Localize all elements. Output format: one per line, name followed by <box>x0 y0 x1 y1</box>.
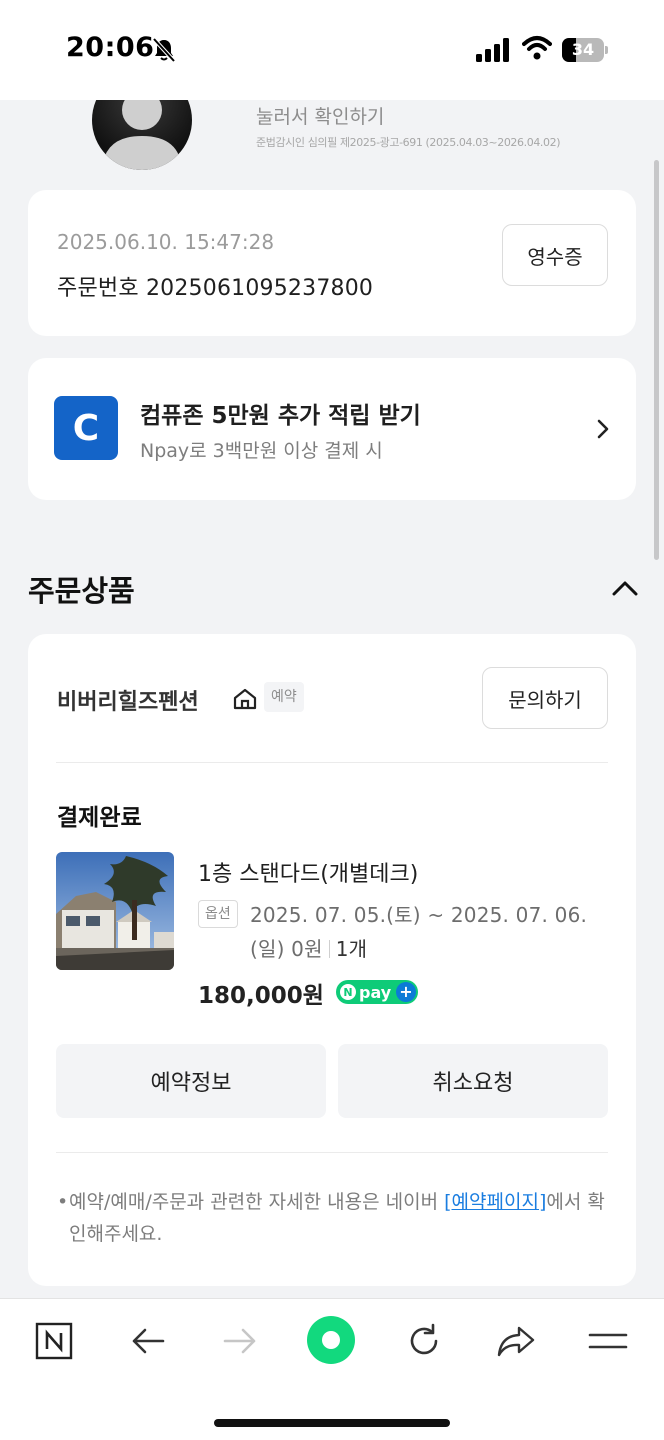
order-number: 주문번호 2025061095237800 <box>57 276 374 301</box>
notice-before-link: 예약/예매/주문과 관련한 자세한 내용은 네이버 <box>69 1191 445 1213</box>
reservation-info-button[interactable]: 예약정보 <box>56 1044 326 1118</box>
wifi-icon <box>522 36 552 60</box>
section-title: 주문상품 <box>28 574 135 608</box>
menu-icon[interactable] <box>588 1321 628 1361</box>
pension-photo <box>56 852 174 970</box>
order-datetime: 2025.06.10. 15:47:28 <box>57 230 275 254</box>
cancel-request-button[interactable]: 취소요청 <box>338 1044 608 1118</box>
payment-status: 결제완료 <box>57 805 142 831</box>
green-dot-icon[interactable] <box>304 1313 358 1367</box>
chevron-right-icon <box>597 419 609 439</box>
plus-icon: + <box>396 982 416 1002</box>
reservation-page-link[interactable]: [예약페이지] <box>444 1191 546 1213</box>
npay-plus-badge: N pay + <box>336 980 418 1004</box>
cellular-signal-icon <box>476 38 509 62</box>
reservation-tag: 예약 <box>264 682 304 712</box>
promo-banner[interactable]: C 컴퓨존 5만원 추가 적립 받기 Npay로 3백만원 이상 결제 시 <box>28 358 636 500</box>
battery-icon: 34 <box>562 38 608 62</box>
share-icon[interactable] <box>496 1321 536 1361</box>
promo-title: 컴퓨존 5만원 추가 적립 받기 <box>140 403 421 429</box>
shop-name[interactable]: 비버리힐즈펜션 <box>57 684 199 716</box>
browser-toolbar <box>0 1298 664 1440</box>
bell-slash-icon <box>152 37 176 63</box>
notice-text: • 예약/예매/주문과 관련한 자세한 내용은 네이버 [예약페이지]에서 확인해… <box>57 1186 617 1250</box>
option-quantity: 1개 <box>335 937 368 961</box>
order-info-card: 2025.06.10. 15:47:28 주문번호 20250610952378… <box>28 190 636 336</box>
promo-subtitle: Npay로 3백만원 이상 결제 시 <box>140 440 383 462</box>
home-icon <box>233 688 257 710</box>
order-product-card: 비버리힐즈펜션 예약 문의하기 결제완료 1층 스탠다드(개별데크) 옵션 20… <box>28 634 636 1286</box>
battery-level: 34 <box>571 40 595 59</box>
option-text: 2025. 07. 05.(토) ~ 2025. 07. 06.(일) 0원 <box>250 903 588 961</box>
back-arrow-icon[interactable] <box>128 1321 168 1361</box>
home-indicator[interactable] <box>214 1419 450 1427</box>
npay-badge-label: pay <box>359 982 392 1002</box>
npay-n-icon: N <box>340 984 356 1000</box>
forward-arrow-icon[interactable] <box>220 1321 260 1361</box>
receipt-button[interactable]: 영수증 <box>502 224 608 286</box>
product-thumbnail[interactable] <box>56 852 174 970</box>
notice-bullet: • <box>57 1191 69 1213</box>
option-details: 2025. 07. 05.(토) ~ 2025. 07. 06.(일) 0원 1개 <box>250 898 620 966</box>
inquiry-button[interactable]: 문의하기 <box>482 667 608 729</box>
scrollbar[interactable] <box>654 160 659 560</box>
product-name[interactable]: 1층 스탠다드(개별데크) <box>198 856 418 888</box>
product-price: 180,000원 <box>198 983 324 1009</box>
compuzone-logo: C <box>54 396 118 460</box>
option-badge: 옵션 <box>198 900 238 928</box>
refresh-icon[interactable] <box>404 1321 444 1361</box>
divider <box>56 762 608 763</box>
option-separator <box>328 940 330 958</box>
status-time: 20:06 <box>66 32 155 63</box>
divider <box>56 1152 608 1153</box>
ad-compliance-note: 준법감시인 심의필 제2025-광고-691 (2025.04.03~2026.… <box>256 136 561 149</box>
chevron-up-icon[interactable] <box>610 578 640 600</box>
naver-home-icon[interactable] <box>34 1321 74 1361</box>
ad-title[interactable]: 눌러서 확인하기 <box>256 102 384 129</box>
status-bar: 20:06 34 <box>0 0 664 100</box>
